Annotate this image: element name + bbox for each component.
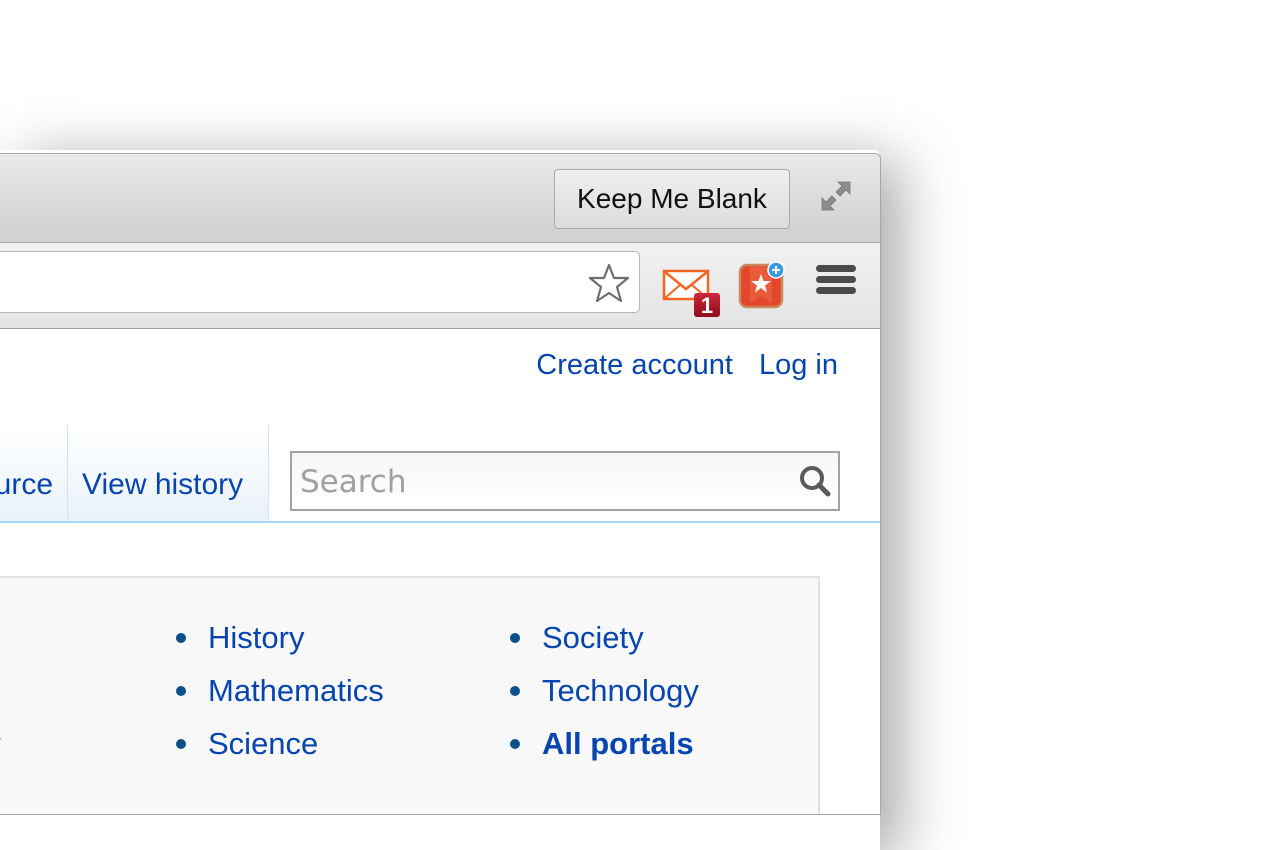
portal-link-society[interactable]: Society (542, 618, 644, 658)
bullet-icon (176, 633, 186, 643)
portal-link-technology[interactable]: Technology (542, 671, 699, 711)
tab-strip: Keep Me Blank (0, 154, 880, 243)
mail-extension-button[interactable]: 1 (662, 269, 726, 321)
bullet-icon (510, 739, 520, 749)
tab-view-source[interactable]: urce (0, 425, 68, 521)
personal-tools: Create account Log in (518, 349, 838, 382)
portal-link-mathematics[interactable]: Mathematics (208, 671, 384, 711)
bullet-icon (176, 686, 186, 696)
bullet-icon (176, 739, 186, 749)
profile-button[interactable]: Keep Me Blank (554, 169, 790, 229)
browser-window: Keep Me Blank 1 Create account Log in ur… (0, 153, 881, 815)
hamburger-menu-icon[interactable] (816, 265, 856, 305)
browser-toolbar: 1 (0, 243, 880, 329)
tab-view-history[interactable]: View history (68, 425, 269, 521)
search-form (290, 451, 840, 511)
address-bar[interactable] (0, 251, 640, 313)
portal-link-history[interactable]: History (208, 618, 304, 658)
wunderlist-extension-icon[interactable] (738, 261, 788, 311)
portal-link-science[interactable]: Science (208, 724, 318, 764)
log-in-link[interactable]: Log in (759, 349, 838, 381)
create-account-link[interactable]: Create account (536, 349, 733, 381)
unread-count-badge: 1 (694, 293, 720, 318)
search-icon[interactable] (798, 464, 832, 498)
portal-box: y hy History Mathematics Science Society… (0, 576, 820, 814)
portal-link-all-portals[interactable]: All portals (542, 724, 694, 764)
bullet-icon (510, 686, 520, 696)
portal-link[interactable]: hy (0, 724, 1, 764)
bullet-icon (510, 633, 520, 643)
page-content: Create account Log in urce View history … (0, 329, 880, 814)
bookmark-star-icon[interactable] (587, 261, 631, 305)
view-tabs: urce View history (0, 425, 880, 523)
fullscreen-expand-icon[interactable] (818, 178, 854, 214)
search-input[interactable] (292, 453, 782, 511)
